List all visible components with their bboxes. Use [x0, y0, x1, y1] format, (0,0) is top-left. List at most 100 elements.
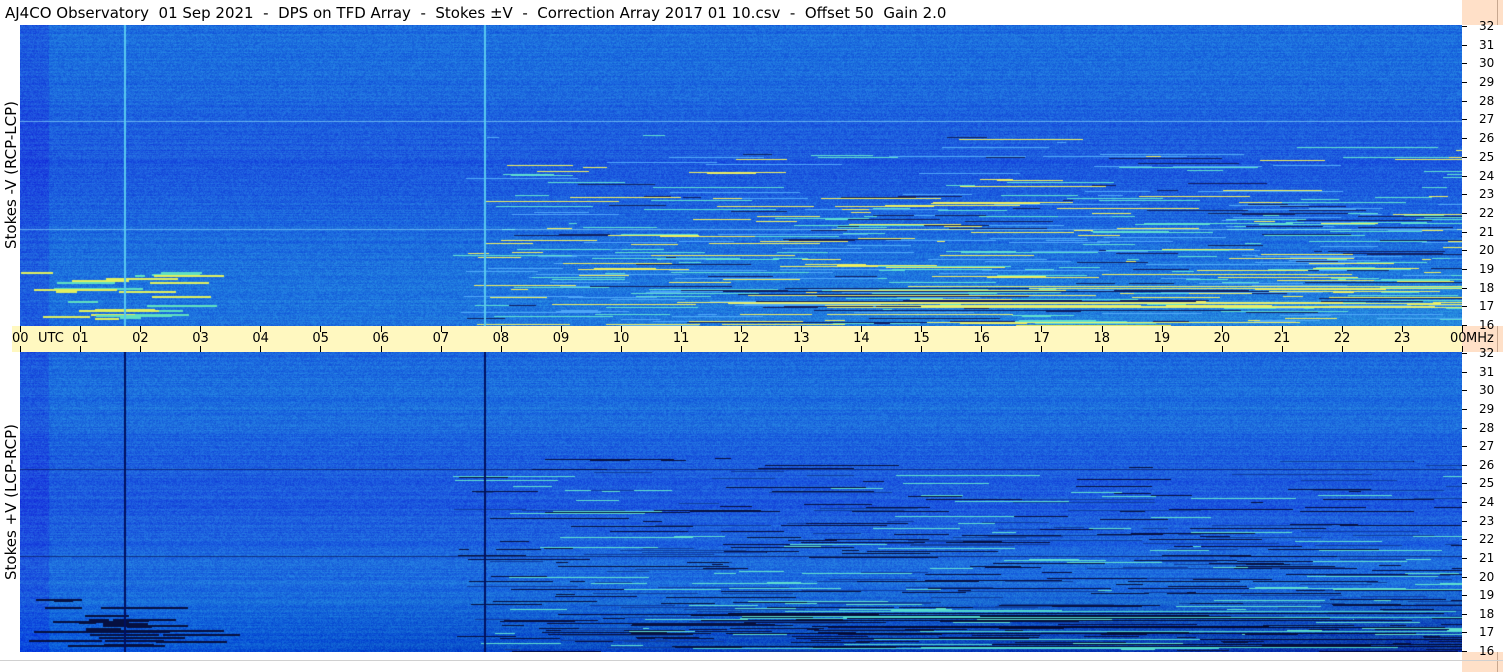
freq-tick: [1462, 156, 1467, 158]
freq-tick: [1462, 175, 1467, 177]
bottom-panel-ylabel: Stokes +V (LCP-RCP): [2, 424, 20, 580]
freq-tick-label: 19: [1479, 588, 1495, 603]
freq-tick-label: 17: [1479, 299, 1495, 314]
spectrogram-bottom: [20, 352, 1462, 652]
freq-axis-top: 32 31 30 29 28 27 26 25 24 23 22 21 20 19 18 17 16: [1462, 19, 1503, 332]
freq-tick: [1462, 325, 1467, 326]
time-tick-label: 18: [1093, 331, 1111, 346]
spectrogram-bottom-canvas: [20, 352, 1462, 652]
time-tick-label: 07: [432, 331, 450, 346]
freq-tick-label: 17: [1479, 625, 1495, 640]
freq-tick: [1462, 651, 1467, 652]
freq-tick: [1462, 44, 1467, 46]
freq-tick: [1462, 557, 1467, 559]
time-tick-label: 09: [552, 331, 570, 346]
freq-axis-bottom: 32 31 30 29 28 27 26 25 24 23 22 21 20 19 18 17 16: [1462, 346, 1503, 658]
freq-tick: [1462, 268, 1467, 270]
freq-tick-label: 18: [1479, 606, 1495, 621]
freq-tick-label: 24: [1479, 495, 1495, 509]
time-tick-label: 08: [492, 331, 510, 346]
freq-tick: [1462, 446, 1467, 448]
time-tick-label: 01: [72, 331, 89, 346]
freq-tick: [1462, 63, 1467, 65]
freq-tick-label: 20: [1479, 569, 1495, 584]
freq-tick-label: 30: [1479, 383, 1495, 398]
time-tick-label: 21: [1273, 331, 1291, 346]
time-tick-label: 02: [132, 331, 149, 346]
time-tick-label: 23: [1393, 331, 1411, 346]
time-tick-label: 13: [793, 331, 810, 346]
freq-tick: [1462, 287, 1467, 289]
spectrogram-top-canvas: [20, 25, 1462, 326]
time-axis: 00 01 02 03 04 05 06 07 08 09 10 11 12 13 14 15 16 17 18 19…: [12, 326, 1494, 352]
time-tick-label: 04: [252, 331, 269, 346]
top-panel-ylabel: Stokes -V (RCP-LCP): [2, 101, 20, 249]
freq-tick-label: 31: [1479, 364, 1495, 379]
freq-tick: [1462, 371, 1467, 373]
time-tick-label: 20: [1213, 331, 1231, 346]
freq-tick-label: 28: [1479, 420, 1495, 435]
time-tick-label: 22: [1333, 331, 1351, 346]
freq-tick: [1462, 212, 1467, 214]
freq-tick-label: 30: [1479, 56, 1495, 71]
freq-tick: [1462, 353, 1467, 354]
freq-tick: [1462, 502, 1467, 503]
freq-tick-label: 20: [1479, 243, 1495, 258]
freq-tick-label: 21: [1479, 224, 1495, 239]
freq-tick-label: 29: [1479, 75, 1495, 90]
time-tick-label: 14: [853, 331, 870, 346]
time-tick-label: 03: [192, 331, 209, 346]
freq-tick: [1462, 100, 1467, 102]
time-tick-label: 12: [733, 331, 750, 346]
freq-tick-label: 21: [1479, 550, 1495, 565]
time-tick-label: 05: [312, 331, 329, 346]
freq-tick: [1462, 613, 1467, 615]
freq-tick: [1462, 119, 1467, 121]
freq-tick-label: 27: [1479, 112, 1495, 127]
freq-tick: [1462, 595, 1467, 597]
freq-tick: [1462, 632, 1467, 634]
freq-tick-label: 26: [1479, 457, 1495, 472]
time-tick-label: 15: [913, 331, 930, 346]
freq-tick-label: 19: [1479, 261, 1495, 276]
freq-tick-label: 23: [1479, 513, 1495, 528]
time-tick-label: 00: [1450, 331, 1467, 346]
time-tick-label: 10: [612, 331, 630, 346]
freq-tick-label: 29: [1479, 401, 1495, 416]
freq-tick: [1462, 483, 1467, 485]
freq-tick: [1462, 250, 1467, 252]
time-tick-label: 19: [1153, 331, 1171, 346]
freq-tick-label: 22: [1479, 205, 1495, 220]
time-tick-label: 11: [672, 331, 690, 346]
freq-tick: [1462, 82, 1467, 84]
spectrogram-top: [20, 25, 1462, 326]
freq-tick-label: 26: [1479, 131, 1495, 146]
freq-tick-label: 25: [1479, 476, 1495, 491]
freq-tick-label: 27: [1479, 439, 1495, 454]
utc-label: UTC: [38, 331, 64, 346]
freq-tick: [1462, 464, 1467, 466]
freq-tick: [1462, 520, 1467, 522]
freq-tick: [1462, 427, 1467, 429]
time-tick-label: 06: [372, 331, 390, 346]
time-tick-label: 16: [973, 331, 990, 346]
freq-tick-label: 25: [1479, 149, 1495, 164]
freq-tick: [1462, 390, 1467, 392]
freq-tick-label: 28: [1479, 93, 1495, 108]
time-tick-label: 00: [12, 331, 29, 346]
freq-tick-label: 32: [1479, 346, 1495, 360]
freq-tick-label: 18: [1479, 280, 1495, 295]
chart-title: AJ4CO Observatory 01 Sep 2021 - DPS on T…: [5, 4, 947, 22]
freq-tick: [1462, 138, 1467, 140]
freq-tick-label: 22: [1479, 532, 1495, 547]
freq-tick-label: 16: [1479, 644, 1495, 658]
freq-tick: [1462, 539, 1467, 541]
freq-tick: [1462, 576, 1467, 578]
freq-tick-label: 31: [1479, 37, 1495, 52]
freq-tick: [1462, 26, 1467, 27]
time-tick-label: 17: [1033, 331, 1050, 346]
bottom-divider: [0, 660, 1503, 661]
freq-tick-label: 32: [1479, 19, 1495, 33]
freq-tick-label: 16: [1479, 318, 1495, 332]
freq-tick-label: 23: [1479, 187, 1495, 202]
